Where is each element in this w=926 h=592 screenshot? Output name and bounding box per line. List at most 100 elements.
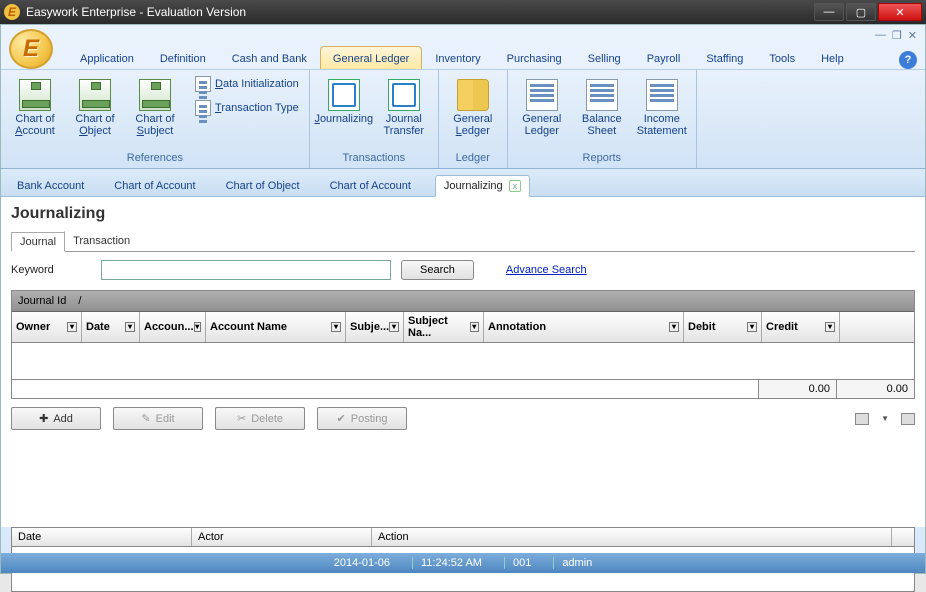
inner-close-icon[interactable]: ✕	[908, 29, 917, 42]
col-debit[interactable]: Debit▾	[684, 312, 762, 342]
menubar: ApplicationDefinitionCash and BankGenera…	[67, 46, 857, 69]
action-row: ✚Add ✎Edit ✂Delete ✔Posting ▼	[11, 399, 915, 438]
doctab-chart-of-object-2[interactable]: Chart of Object	[220, 176, 306, 196]
search-row: Keyword Search Advance Search	[11, 260, 915, 280]
report-general-ledger-icon	[526, 79, 558, 111]
minimize-button[interactable]: —	[814, 3, 844, 21]
chart-of-account-icon	[19, 79, 51, 111]
journal-transfer-label: Journal Transfer	[379, 113, 429, 137]
inner-restore-icon[interactable]: ❐	[892, 29, 902, 42]
menu-tools[interactable]: Tools	[756, 46, 808, 69]
logcol-date[interactable]: Date	[12, 528, 192, 546]
titlebar: E Easywork Enterprise - Evaluation Versi…	[0, 0, 926, 24]
ribbon-chart-of-subject[interactable]: Chart of Subject	[127, 74, 183, 142]
col-date[interactable]: Date▾	[82, 312, 140, 342]
doctab-chart-of-account-3[interactable]: Chart of Account	[324, 176, 417, 196]
col-filter-icon[interactable]: ▾	[389, 322, 399, 332]
menu-selling[interactable]: Selling	[575, 46, 634, 69]
log-column-headers: DateActorAction	[12, 528, 914, 547]
delete-icon: ✂	[237, 412, 246, 425]
search-button[interactable]: Search	[401, 260, 474, 280]
ribbon-balance-sheet[interactable]: Balance Sheet	[574, 74, 630, 142]
doctab-chart-of-account-1[interactable]: Chart of Account	[108, 176, 201, 196]
general-ledger-label: General Ledger	[448, 113, 498, 137]
doctab-close-icon[interactable]: x	[509, 180, 522, 192]
ribbon-group-label: Reports	[514, 150, 690, 166]
col-accoun-[interactable]: Accoun...▾	[140, 312, 206, 342]
export-icon[interactable]	[855, 413, 869, 425]
col-credit[interactable]: Credit▾	[762, 312, 840, 342]
delete-button[interactable]: ✂Delete	[215, 407, 305, 430]
menu-staffing[interactable]: Staffing	[693, 46, 756, 69]
page-body: Journalizing JournalTransaction Keyword …	[1, 197, 925, 527]
export-dropdown-icon[interactable]: ▼	[881, 414, 889, 423]
grid-group-header[interactable]: Journal Id/	[12, 291, 914, 312]
ribbon: Chart of Account Chart of ObjectChart of …	[1, 69, 925, 169]
edit-button[interactable]: ✎Edit	[113, 407, 203, 430]
col-filter-icon[interactable]: ▾	[669, 322, 679, 332]
logcol-action[interactable]: Action	[372, 528, 892, 546]
inner-minimize-icon[interactable]: —	[875, 29, 886, 42]
col-filter-icon[interactable]: ▾	[194, 322, 201, 332]
col-filter-icon[interactable]: ▾	[470, 322, 479, 332]
status-bar: 2014-01-06 11:24:52 AM 001 admin	[1, 553, 925, 573]
report-general-ledger-label: General Ledger	[517, 113, 567, 137]
journalizing-icon	[328, 79, 360, 111]
maximize-button[interactable]: ▢	[846, 3, 876, 21]
ribbon-report-general-ledger[interactable]: General Ledger	[514, 74, 570, 142]
col-filter-icon[interactable]: ▾	[125, 322, 135, 332]
menu-payroll[interactable]: Payroll	[634, 46, 694, 69]
close-button[interactable]: ✕	[878, 3, 922, 21]
col-filter-icon[interactable]: ▾	[67, 322, 77, 332]
window-title: Easywork Enterprise - Evaluation Version	[26, 5, 814, 19]
col-filter-icon[interactable]: ▾	[331, 322, 341, 332]
ribbon-journal-transfer[interactable]: Journal Transfer	[376, 74, 432, 142]
col-annotation[interactable]: Annotation▾	[484, 312, 684, 342]
menu-row: E ApplicationDefinitionCash and BankGene…	[1, 25, 925, 69]
help-icon[interactable]: ?	[899, 51, 917, 69]
col-subject-na-[interactable]: Subject Na...▾	[404, 312, 484, 342]
journal-transfer-icon	[388, 79, 420, 111]
col-account-name[interactable]: Account Name▾	[206, 312, 346, 342]
menu-general-ledger[interactable]: General Ledger	[320, 46, 422, 69]
posting-button[interactable]: ✔Posting	[317, 407, 407, 430]
menu-inventory[interactable]: Inventory	[422, 46, 493, 69]
ribbon-transaction-type[interactable]: Transaction Type	[191, 98, 303, 118]
menu-help[interactable]: Help	[808, 46, 857, 69]
doctab-journalizing-4[interactable]: Journalizingx	[435, 175, 530, 197]
col-subje-[interactable]: Subje...▾	[346, 312, 404, 342]
add-button[interactable]: ✚Add	[11, 407, 101, 430]
app-icon: E	[4, 4, 20, 20]
status-code: 001	[504, 557, 539, 569]
subtab-transaction[interactable]: Transaction	[64, 231, 139, 251]
ribbon-general-ledger[interactable]: General Ledger	[445, 74, 501, 142]
menu-cash-and-bank[interactable]: Cash and Bank	[219, 46, 320, 69]
ribbon-chart-of-account[interactable]: Chart of Account	[7, 74, 63, 142]
grid-body[interactable]	[12, 343, 914, 379]
total-debit: 0.00	[758, 380, 836, 398]
subtab-journal[interactable]: Journal	[11, 232, 65, 252]
menu-definition[interactable]: Definition	[147, 46, 219, 69]
col-filter-icon[interactable]: ▾	[825, 322, 835, 332]
keyword-label: Keyword	[11, 264, 91, 276]
menu-application[interactable]: Application	[67, 46, 147, 69]
ribbon-chart-of-object[interactable]: Chart of Object	[67, 74, 123, 142]
keyword-input[interactable]	[101, 260, 391, 280]
menu-purchasing[interactable]: Purchasing	[494, 46, 575, 69]
print-icon[interactable]	[901, 413, 915, 425]
chart-of-account-label: Chart of Account	[10, 113, 60, 137]
ribbon-journalizing[interactable]: Journalizing	[316, 74, 372, 130]
col-owner[interactable]: Owner▾	[12, 312, 82, 342]
col-filter-icon[interactable]: ▾	[747, 322, 757, 332]
grid-totals: 0.00 0.00	[12, 379, 914, 398]
ribbon-income-statement[interactable]: Income Statement	[634, 74, 690, 142]
logcol-actor[interactable]: Actor	[192, 528, 372, 546]
app-logo[interactable]: E	[9, 29, 53, 69]
doctab-bank-account-0[interactable]: Bank Account	[11, 176, 90, 196]
app-frame: — ❐ ✕ E ApplicationDefinitionCash and Ba…	[0, 24, 926, 574]
balance-sheet-label: Balance Sheet	[577, 113, 627, 137]
ribbon-data-initialization[interactable]: Data Initialization	[191, 74, 303, 94]
journalizing-label: Journalizing	[314, 113, 373, 125]
group-header-label: Journal Id	[18, 295, 66, 307]
advance-search-link[interactable]: Advance Search	[506, 264, 587, 276]
